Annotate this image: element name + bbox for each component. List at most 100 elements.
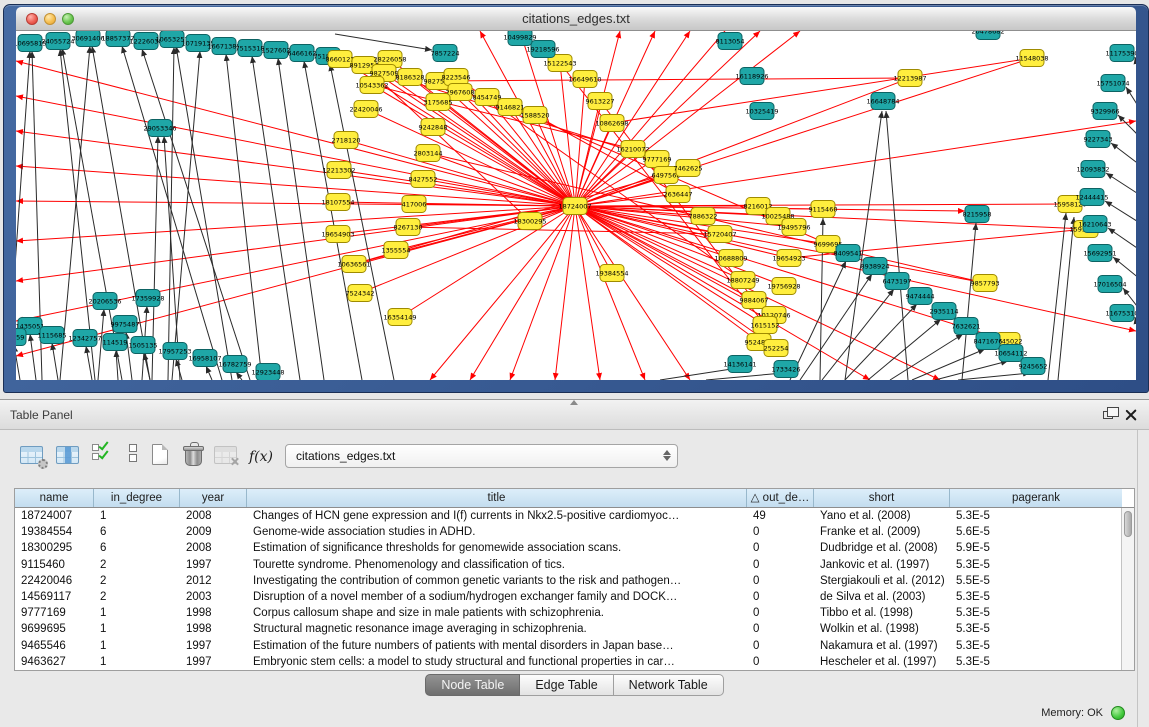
table-cell[interactable]: 2009 xyxy=(180,524,247,540)
table-cell[interactable]: Corpus callosum shape and size in male p… xyxy=(247,605,747,621)
table-row[interactable]: 977716911998Corpus callosum shape and si… xyxy=(15,605,1134,621)
table-cell[interactable]: 9463627 xyxy=(15,654,94,670)
table-cell[interactable]: 9699695 xyxy=(15,621,94,637)
table-cell[interactable]: 1 xyxy=(94,621,180,637)
tab-node-table[interactable]: Node Table xyxy=(425,674,520,696)
table-cell[interactable]: 2012 xyxy=(180,573,247,589)
table-cell[interactable]: 0 xyxy=(747,524,814,540)
table-cell[interactable]: Disruption of a novel member of a sodium… xyxy=(247,589,747,605)
table-cell[interactable]: Estimation of the future numbers of pati… xyxy=(247,638,747,654)
table-row[interactable]: 969969511998Structural magnetic resonanc… xyxy=(15,621,1134,637)
row-height-button[interactable] xyxy=(118,442,148,472)
minimize-window-button[interactable] xyxy=(44,13,56,25)
network-window-titlebar[interactable]: citations_edges.txt xyxy=(16,7,1136,31)
delete-column-button[interactable] xyxy=(178,442,208,472)
table-cell[interactable]: 18724007 xyxy=(15,508,94,524)
table-cell[interactable]: 1998 xyxy=(180,605,247,621)
table-cell[interactable]: 1997 xyxy=(180,557,247,573)
tab-edge-table[interactable]: Edge Table xyxy=(520,674,613,696)
memory-status-indicator[interactable] xyxy=(1111,706,1125,720)
table-cell[interactable]: 0 xyxy=(747,621,814,637)
table-cell[interactable]: Wolkin et al. (1998) xyxy=(814,621,950,637)
table-cell[interactable]: 1 xyxy=(94,508,180,524)
table-cell[interactable]: 5.3E-5 xyxy=(950,638,1122,654)
table-cell[interactable]: 5.3E-5 xyxy=(950,621,1122,637)
network-table-select[interactable]: citations_edges.txt xyxy=(285,444,678,468)
table-cell[interactable]: de Silva et al. (2003) xyxy=(814,589,950,605)
table-row[interactable]: 1456911722003Disruption of a novel membe… xyxy=(15,589,1134,605)
column-header-in_degree[interactable]: in_degree xyxy=(94,489,180,507)
table-cell[interactable]: Estimation of significance thresholds fo… xyxy=(247,540,747,556)
table-cell[interactable]: 5.3E-5 xyxy=(950,605,1122,621)
table-cell[interactable]: 1 xyxy=(94,654,180,670)
table-cell[interactable]: 1997 xyxy=(180,638,247,654)
table-cell[interactable]: 1997 xyxy=(180,654,247,670)
table-cell[interactable]: 9465546 xyxy=(15,638,94,654)
network-canvas[interactable]: 1069581524055724306914061885737712226038… xyxy=(16,31,1136,380)
table-cell[interactable]: 5.6E-5 xyxy=(950,524,1122,540)
table-cell[interactable]: 5.3E-5 xyxy=(950,589,1122,605)
table-row[interactable]: 946362711997Embryonic stem cells: a mode… xyxy=(15,654,1134,670)
table-cell[interactable]: Yano et al. (2008) xyxy=(814,508,950,524)
table-row[interactable]: 1938455462009Genome-wide association stu… xyxy=(15,524,1134,540)
table-row[interactable]: 911546021997Tourette syndrome. Phenomeno… xyxy=(15,557,1134,573)
table-row[interactable]: 1872400712008Changes of HCN gene express… xyxy=(15,508,1134,524)
table-cell[interactable]: 0 xyxy=(747,557,814,573)
table-cell[interactable]: Tourette syndrome. Phenomenology and cla… xyxy=(247,557,747,573)
table-cell[interactable]: 2 xyxy=(94,573,180,589)
table-cell[interactable]: 6 xyxy=(94,540,180,556)
table-cell[interactable]: 5.3E-5 xyxy=(950,508,1122,524)
network-graph[interactable]: 1069581524055724306914061885737712226038… xyxy=(16,31,1136,380)
table-cell[interactable]: 5.5E-5 xyxy=(950,573,1122,589)
table-scrollbar[interactable] xyxy=(1121,508,1134,670)
table-cell[interactable]: 0 xyxy=(747,573,814,589)
table-cell[interactable]: Tibbo et al. (1998) xyxy=(814,605,950,621)
table-cell[interactable]: 2008 xyxy=(180,508,247,524)
table-cell[interactable]: 5.3E-5 xyxy=(950,654,1122,670)
table-mode-button[interactable] xyxy=(16,442,46,472)
column-header-year[interactable]: year xyxy=(180,489,247,507)
column-header-title[interactable]: title xyxy=(247,489,747,507)
column-header-out_de[interactable]: △ out_de… xyxy=(747,489,814,507)
table-row[interactable]: 946554611997Estimation of the future num… xyxy=(15,638,1134,654)
table-scrollbar-thumb[interactable] xyxy=(1124,511,1132,537)
create-column-button[interactable] xyxy=(145,442,175,472)
table-cell[interactable]: Embryonic stem cells: a model to study s… xyxy=(247,654,747,670)
column-header-short[interactable]: short xyxy=(814,489,950,507)
table-cell[interactable]: 2 xyxy=(94,589,180,605)
tab-network-table[interactable]: Network Table xyxy=(614,674,724,696)
table-cell[interactable]: 9115460 xyxy=(15,557,94,573)
panel-divider-handle[interactable] xyxy=(570,400,578,405)
close-panel-icon[interactable] xyxy=(1124,408,1137,421)
table-cell[interactable]: 0 xyxy=(747,540,814,556)
table-cell[interactable]: 0 xyxy=(747,605,814,621)
table-cell[interactable]: 2003 xyxy=(180,589,247,605)
table-cell[interactable]: 19384554 xyxy=(15,524,94,540)
table-row[interactable]: 1830029562008Estimation of significance … xyxy=(15,540,1134,556)
zoom-window-button[interactable] xyxy=(62,13,74,25)
show-column-button[interactable] xyxy=(52,442,82,472)
table-cell[interactable]: Stergiakouli et al. (2012) xyxy=(814,573,950,589)
table-cell[interactable]: 1 xyxy=(94,638,180,654)
table-cell[interactable]: Nakamura et al. (1997) xyxy=(814,638,950,654)
table-cell[interactable]: Dudbridge et al. (2008) xyxy=(814,540,950,556)
table-cell[interactable]: 49 xyxy=(747,508,814,524)
table-cell[interactable]: 2008 xyxy=(180,540,247,556)
function-builder-button[interactable]: f(x) xyxy=(246,442,276,472)
table-cell[interactable]: 5.9E-5 xyxy=(950,540,1122,556)
table-cell[interactable]: 1 xyxy=(94,605,180,621)
table-cell[interactable]: 6 xyxy=(94,524,180,540)
table-row[interactable]: 2242004622012Investigating the contribut… xyxy=(15,573,1134,589)
table-cell[interactable]: Structural magnetic resonance image aver… xyxy=(247,621,747,637)
table-cell[interactable]: 9777169 xyxy=(15,605,94,621)
table-cell[interactable]: Hescheler et al. (1997) xyxy=(814,654,950,670)
table-cell[interactable]: 2 xyxy=(94,557,180,573)
column-header-name[interactable]: name xyxy=(15,489,94,507)
table-cell[interactable]: 5.3E-5 xyxy=(950,557,1122,573)
table-cell[interactable]: 0 xyxy=(747,654,814,670)
table-cell[interactable]: 22420046 xyxy=(15,573,94,589)
table-cell[interactable]: 0 xyxy=(747,589,814,605)
table-cell[interactable]: 14569117 xyxy=(15,589,94,605)
table-cell[interactable]: Genome-wide association studies in ADHD. xyxy=(247,524,747,540)
table-cell[interactable]: 18300295 xyxy=(15,540,94,556)
